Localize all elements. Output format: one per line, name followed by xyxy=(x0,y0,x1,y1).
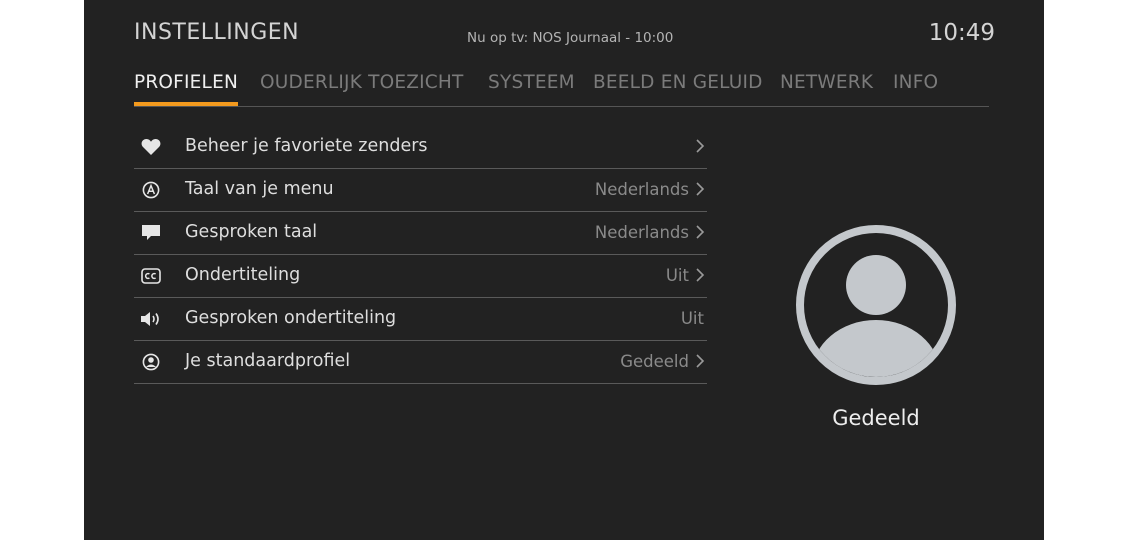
menu-item-label: Gesproken ondertiteling xyxy=(185,308,397,328)
menu-item-ondertiteling[interactable]: Ondertiteling Uit xyxy=(134,255,707,298)
tab-bar: PROFIELEN OUDERLIJK TOEZICHT SYSTEEM BEE… xyxy=(134,72,989,107)
menu-item-value: Nederlands xyxy=(594,180,689,199)
tab-profielen[interactable]: PROFIELEN xyxy=(134,72,238,106)
user-circle-icon xyxy=(140,351,162,373)
menu-item-label: Beheer je favoriete zenders xyxy=(185,136,428,156)
speaker-icon xyxy=(140,308,162,330)
speech-bubble-icon xyxy=(140,222,162,244)
chevron-right-icon xyxy=(696,268,705,282)
menu-item-value: Uit xyxy=(665,266,689,285)
menu-item-favoriete-zenders[interactable]: Beheer je favoriete zenders xyxy=(134,126,707,169)
tab-beeld-en-geluid[interactable]: BEELD EN GELUID xyxy=(593,72,763,93)
now-playing-text: Nu op tv: NOS Journaal - 10:00 xyxy=(467,30,674,46)
circled-a-icon xyxy=(140,179,162,201)
settings-menu: Beheer je favoriete zenders Taal van je … xyxy=(134,126,707,384)
tab-systeem[interactable]: SYSTEEM xyxy=(488,72,575,93)
chevron-right-icon xyxy=(696,139,705,153)
menu-item-gesproken-ondertiteling[interactable]: Gesproken ondertiteling Uit xyxy=(134,298,707,341)
avatar-icon xyxy=(796,225,956,385)
closed-captions-icon xyxy=(140,265,162,287)
tab-info[interactable]: INFO xyxy=(893,72,938,93)
menu-item-label: Taal van je menu xyxy=(185,179,334,199)
menu-item-label: Ondertiteling xyxy=(185,265,301,285)
menu-item-label: Gesproken taal xyxy=(185,222,318,242)
menu-item-taal-menu[interactable]: Taal van je menu Nederlands xyxy=(134,169,707,212)
settings-screen: INSTELLINGEN Nu op tv: NOS Journaal - 10… xyxy=(84,0,1044,540)
menu-item-standaardprofiel[interactable]: Je standaardprofiel Gedeeld xyxy=(134,341,707,384)
menu-item-value: Uit xyxy=(680,309,704,328)
heart-icon xyxy=(140,136,162,158)
tab-ouderlijk-toezicht[interactable]: OUDERLIJK TOEZICHT xyxy=(260,72,464,93)
clock: 10:49 xyxy=(928,20,995,46)
page-title: INSTELLINGEN xyxy=(134,20,300,45)
menu-item-gesproken-taal[interactable]: Gesproken taal Nederlands xyxy=(134,212,707,255)
chevron-right-icon xyxy=(696,182,705,196)
profile-name: Gedeeld xyxy=(832,406,920,430)
tab-netwerk[interactable]: NETWERK xyxy=(780,72,873,93)
menu-item-value: Nederlands xyxy=(594,223,689,242)
chevron-right-icon xyxy=(696,354,705,368)
chevron-right-icon xyxy=(696,225,705,239)
menu-item-value: Gedeeld xyxy=(620,352,689,371)
menu-item-label: Je standaardprofiel xyxy=(185,351,351,371)
